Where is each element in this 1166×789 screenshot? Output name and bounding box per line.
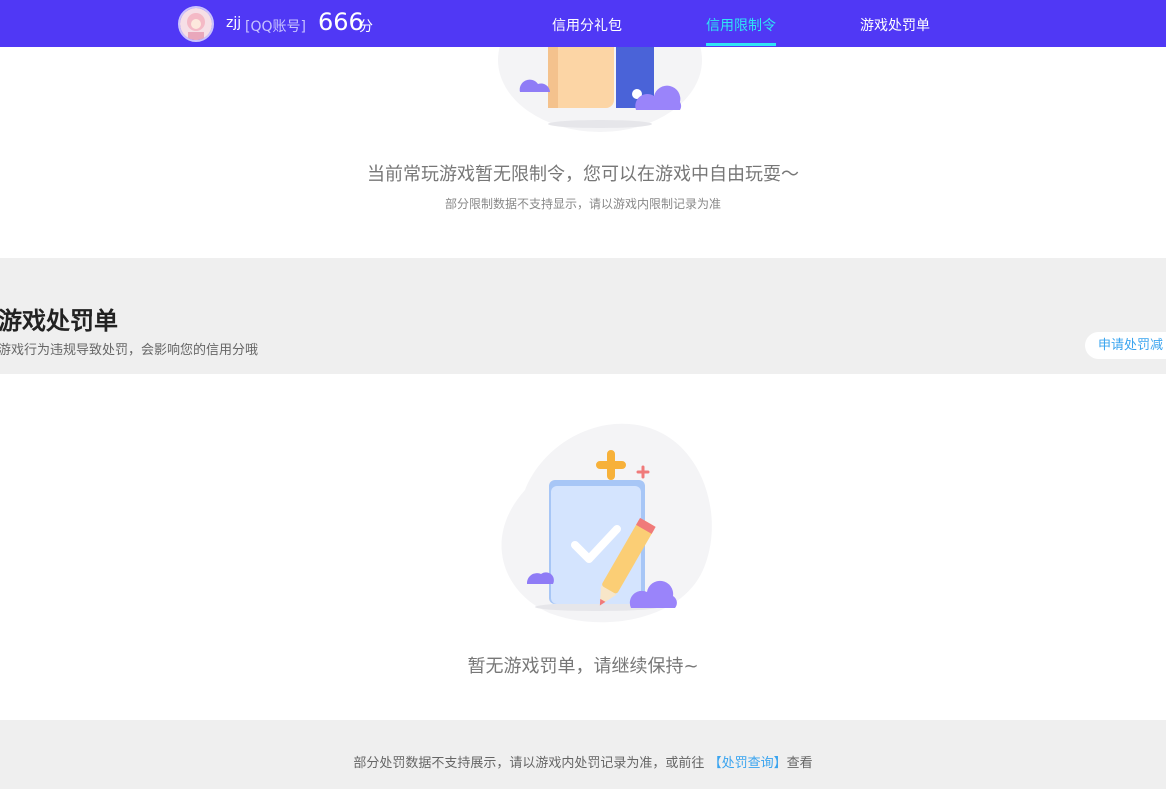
appeal-penalty-button[interactable]: 申请处罚减	[1085, 332, 1166, 359]
penalty-empty-illustration	[501, 423, 712, 623]
restriction-empty-note: 部分限制数据不支持显示，请以游戏内限制记录为准	[444, 197, 721, 211]
penalty-empty-message: 暂无游戏罚单，请继续保持~	[467, 656, 699, 677]
credit-score-value: 666	[318, 8, 364, 36]
tab-game-penalty[interactable]: 游戏处罚单	[860, 15, 930, 35]
footer-note: 部分处罚数据不支持展示，请以游戏内处罚记录为准，或前往 【处罚查询】查看	[0, 752, 1166, 771]
tab-credit-gift[interactable]: 信用分礼包	[552, 15, 622, 35]
username: zjj	[226, 15, 242, 31]
account-type-label: [QQ账号]	[245, 19, 306, 35]
user-avatar[interactable]	[178, 6, 214, 42]
footer-text-after: 查看	[786, 756, 813, 771]
tab-credit-restriction[interactable]: 信用限制令	[706, 15, 776, 35]
credit-score-unit: 分	[359, 19, 373, 35]
restriction-empty-message: 当前常玩游戏暂无限制令，您可以在游戏中自由玩耍～	[367, 164, 799, 185]
penalty-section-description: 游戏行为违规导致处罚，会影响您的信用分哦	[0, 343, 259, 358]
active-tab-indicator	[706, 43, 776, 46]
penalty-query-link[interactable]: 【处罚查询】	[709, 756, 787, 771]
penalty-section-title: 游戏处罚单	[0, 307, 118, 335]
top-navigation-bar: zjj [QQ账号] 666 分 信用分礼包 信用限制令 游戏处罚单	[0, 0, 1166, 47]
footer-text: 部分处罚数据不支持展示，请以游戏内处罚记录为准，或前往	[353, 756, 705, 771]
